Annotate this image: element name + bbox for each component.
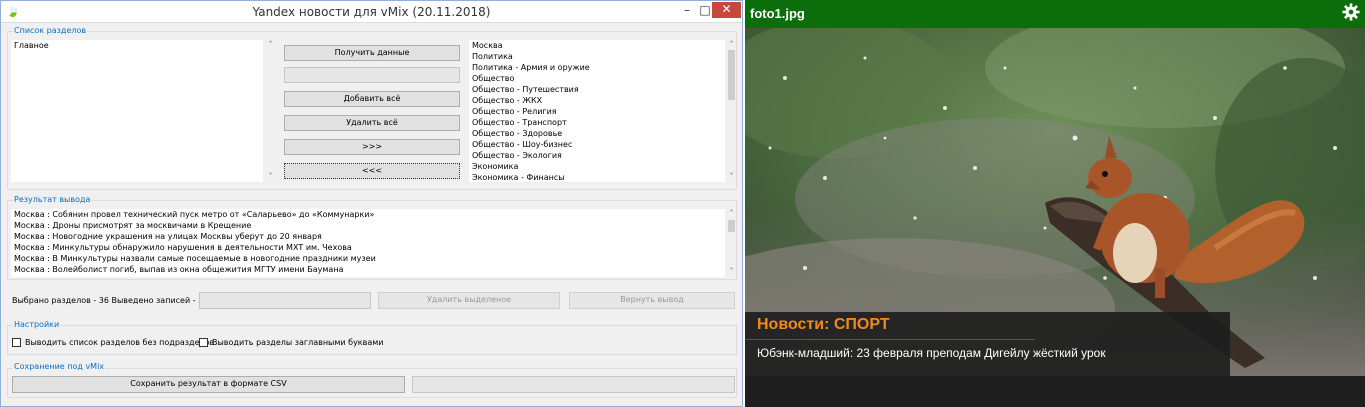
news-lower-third: Новости: СПОРТ Юбэнк-младший: 23 февраля… [745,312,1230,376]
checkbox-icon[interactable] [12,338,21,347]
no-subsections-checkbox[interactable]: Выводить список разделов без подразделов [12,337,214,348]
list-item[interactable]: Общество - Религия [469,106,725,117]
add-all-button[interactable]: Добавить всё [284,91,460,107]
return-output-button[interactable]: Вернуть вывод [569,292,735,309]
maximize-button[interactable]: □ [697,1,713,21]
scroll-up-icon[interactable]: ˄ [265,40,276,50]
window-title: Yandex новости для vMix (20.11.2018) [252,5,491,19]
uppercase-label: Выводить разделы заглавными буквами [212,338,384,347]
available-list-scrollbar[interactable]: ˄ ˅ [726,40,737,182]
output-group-label: Результат вывода [13,195,92,205]
gear-icon[interactable] [1342,3,1360,21]
available-sections-list[interactable]: Москва Политика Политика - Армия и оружие О… [469,40,725,182]
list-item[interactable]: Москва : Волейболист погиб, выпав из окн… [11,264,725,275]
list-item[interactable]: Экономика - Финансы [469,172,725,182]
scroll-thumb[interactable] [728,50,735,100]
selected-list-scrollbar[interactable]: ˄ ˅ [265,40,276,182]
get-data-button[interactable]: Получить данные [284,45,460,61]
news-ticker-text: Юбэнк-младший: 23 февраля преподам Дигей… [757,346,1106,360]
app-window: 🍃 Yandex новости для vMix (20.11.2018) –… [0,0,743,407]
list-item[interactable]: Общество - Здоровье [469,128,725,139]
checkbox-icon[interactable] [199,338,208,347]
no-subsections-label: Выводить список разделов без подразделов [25,338,215,347]
list-item[interactable]: Москва : Собянин провел технический пуск… [11,209,725,220]
save-path-field [412,376,735,393]
delete-selected-button[interactable]: Удалить выделеное [378,292,560,309]
preview-title: foto1.jpg [750,6,805,21]
status-counts: Выбрано разделов - 36 Выведено записей -… [12,296,214,305]
preview-bottom-bar [745,376,1365,407]
list-item[interactable]: Общество - Шоу-бизнес [469,139,725,150]
list-item[interactable]: Москва : Дроны присмотрят за москвичами … [11,220,725,231]
preview-title-bar: foto1.jpg [745,0,1365,28]
move-left-button[interactable]: <<< [284,163,460,179]
scroll-up-icon[interactable]: ˄ [726,209,737,219]
save-csv-button[interactable]: Сохранить результат в формате CSV [12,376,405,393]
list-item[interactable]: Общество - Экология [469,150,725,161]
headline-divider [745,339,1035,340]
list-item[interactable]: Главное [11,40,263,51]
uppercase-checkbox[interactable]: Выводить разделы заглавными буквами [199,337,384,348]
sections-group-label: Список разделов [13,26,88,36]
scroll-thumb[interactable] [728,220,735,232]
list-item[interactable]: Москва [469,40,725,51]
vmix-preview: foto1.jpg Новости: СПОРТ Юбэнк-младший: … [745,0,1365,407]
scroll-down-icon[interactable]: ˅ [726,267,737,277]
output-list-scrollbar[interactable]: ˄ ˅ [726,209,737,277]
news-headline: Новости: СПОРТ [757,316,890,333]
list-item[interactable]: Москва : Новогодние украшения на улицах … [11,231,725,242]
list-item[interactable]: Общество [469,73,725,84]
status-field [199,292,371,309]
scroll-down-icon[interactable]: ˅ [726,172,737,182]
minimize-button[interactable]: – [677,1,697,21]
remove-all-button[interactable]: Удалить всё [284,115,460,131]
scroll-up-icon[interactable]: ˄ [726,40,737,50]
list-item[interactable]: Москва : Минкультуры обнаружило нарушени… [11,242,725,253]
output-list[interactable]: Москва : Собянин провел технический пуск… [11,209,725,277]
list-item[interactable]: Москва : В Минкультуры назвали самые пос… [11,253,725,264]
scroll-down-icon[interactable]: ˅ [265,172,276,182]
close-button[interactable]: ✕ [712,2,741,18]
list-item[interactable]: Политика - Армия и оружие [469,62,725,73]
title-bar[interactable]: 🍃 Yandex новости для vMix (20.11.2018) –… [1,1,742,23]
list-item[interactable]: Общество - Путешествия [469,84,725,95]
list-item[interactable]: Экономика [469,161,725,172]
progress-field [284,67,460,83]
selected-sections-list[interactable]: Главное [11,40,263,182]
save-group-label: Сохранение под vMix [13,362,106,372]
settings-group-label: Настройки [13,320,61,330]
list-item[interactable]: Общество - Транспорт [469,117,725,128]
list-item[interactable]: Политика [469,51,725,62]
list-item[interactable]: Общество - ЖКХ [469,95,725,106]
move-right-button[interactable]: >>> [284,139,460,155]
